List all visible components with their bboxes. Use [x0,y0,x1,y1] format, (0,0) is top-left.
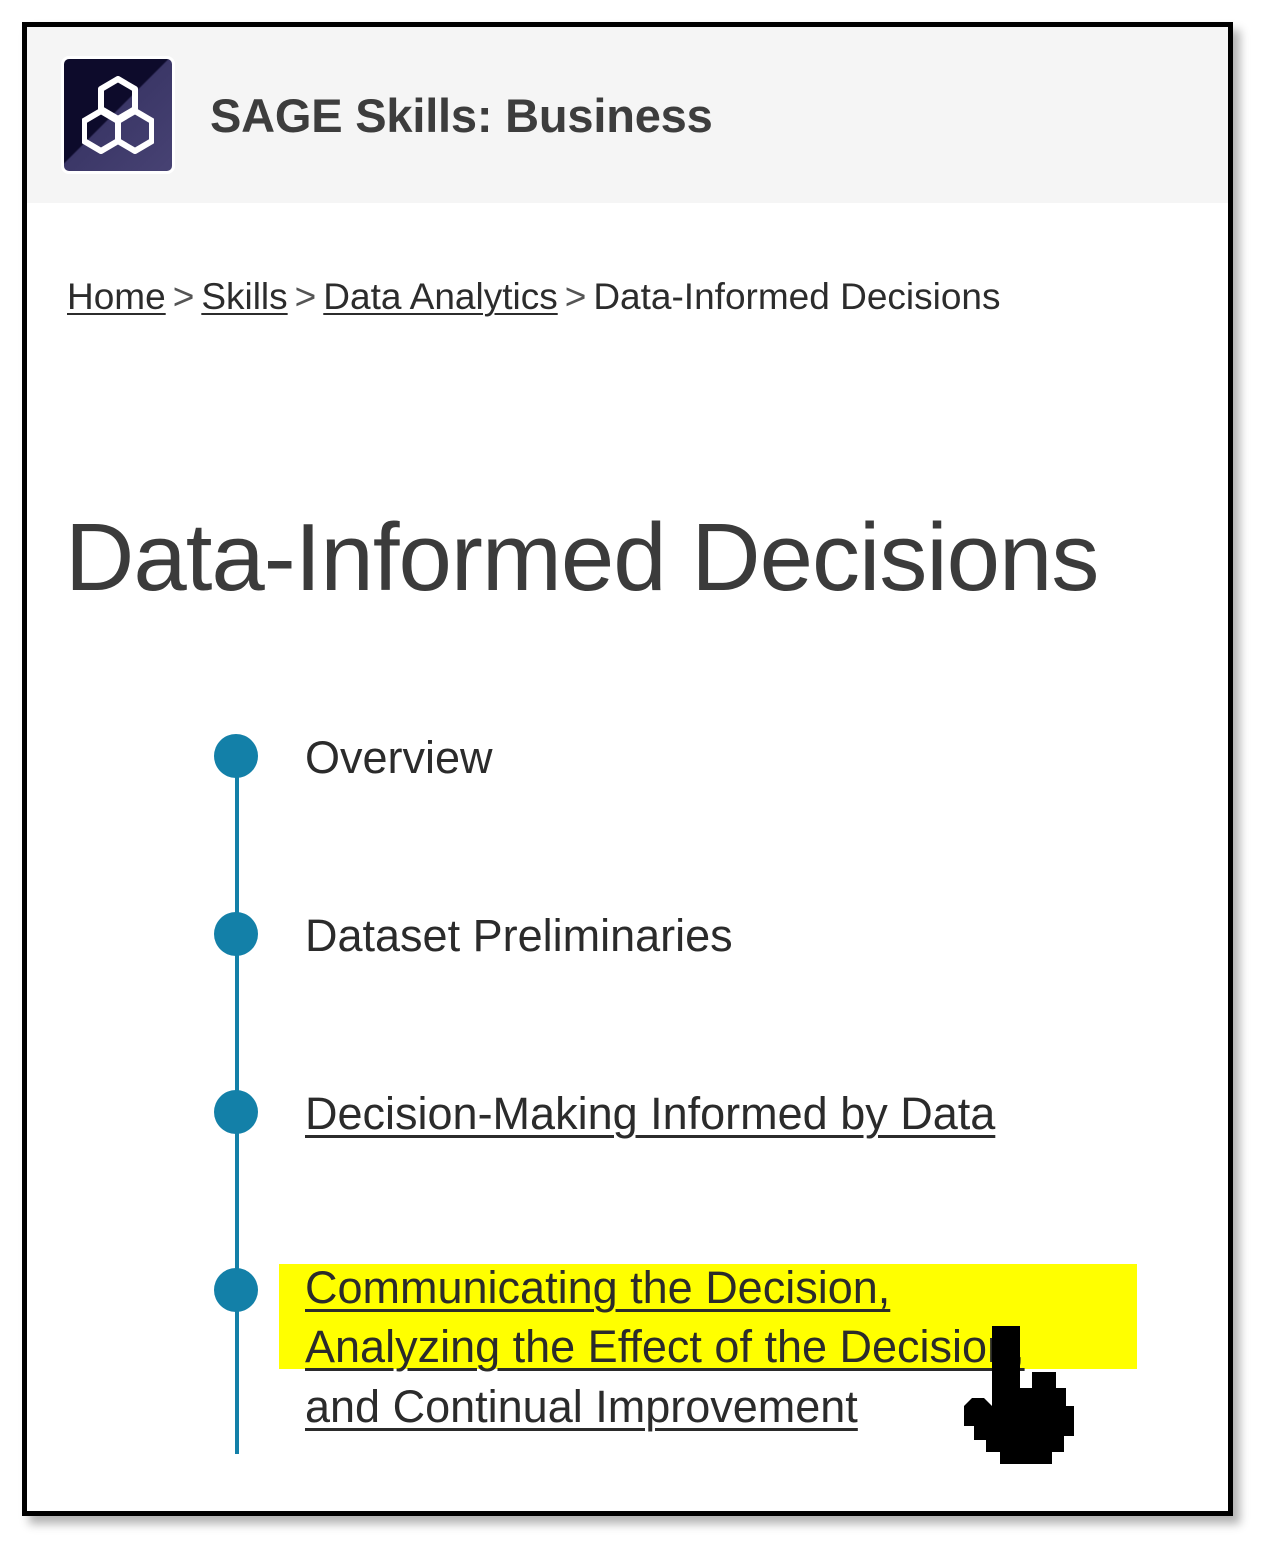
breadcrumb-separator: > [564,276,587,317]
breadcrumb-item-data-analytics[interactable]: Data Analytics [323,276,557,317]
breadcrumb-separator: > [172,276,195,317]
app-title: SAGE Skills: Business [210,88,713,142]
timeline-dot-icon [214,734,258,778]
timeline-link-communicating-the-decision[interactable]: Communicating the Decision, Analyzing th… [305,1258,1025,1436]
timeline-dot-icon [214,1268,258,1312]
sage-hexagons-logo-icon[interactable] [64,59,172,171]
breadcrumb: Home > Skills > Data Analytics > Data-Informed… [67,278,1001,315]
breadcrumb-item-current: Data-Informed Decisions [593,276,1001,317]
timeline-dot-icon [214,1090,258,1134]
breadcrumb-separator: > [294,276,317,317]
timeline-link-decision-making-informed-by-data[interactable]: Decision-Making Informed by Data [305,1084,995,1143]
page-title: Data-Informed Decisions [65,504,1099,612]
breadcrumb-item-skills[interactable]: Skills [201,276,287,317]
timeline-label-dataset-preliminaries: Dataset Preliminaries [305,910,733,961]
breadcrumb-item-home[interactable]: Home [67,276,166,317]
browser-screenshot-frame: SAGE Skills: Business Home > Skills > Data A… [22,22,1233,1516]
page-body: Home > Skills > Data Analytics > Data-Informed… [27,208,1228,1511]
timeline-label-overview: Overview [305,732,493,783]
timeline-dot-icon [214,912,258,956]
app-header: SAGE Skills: Business [27,27,1228,203]
